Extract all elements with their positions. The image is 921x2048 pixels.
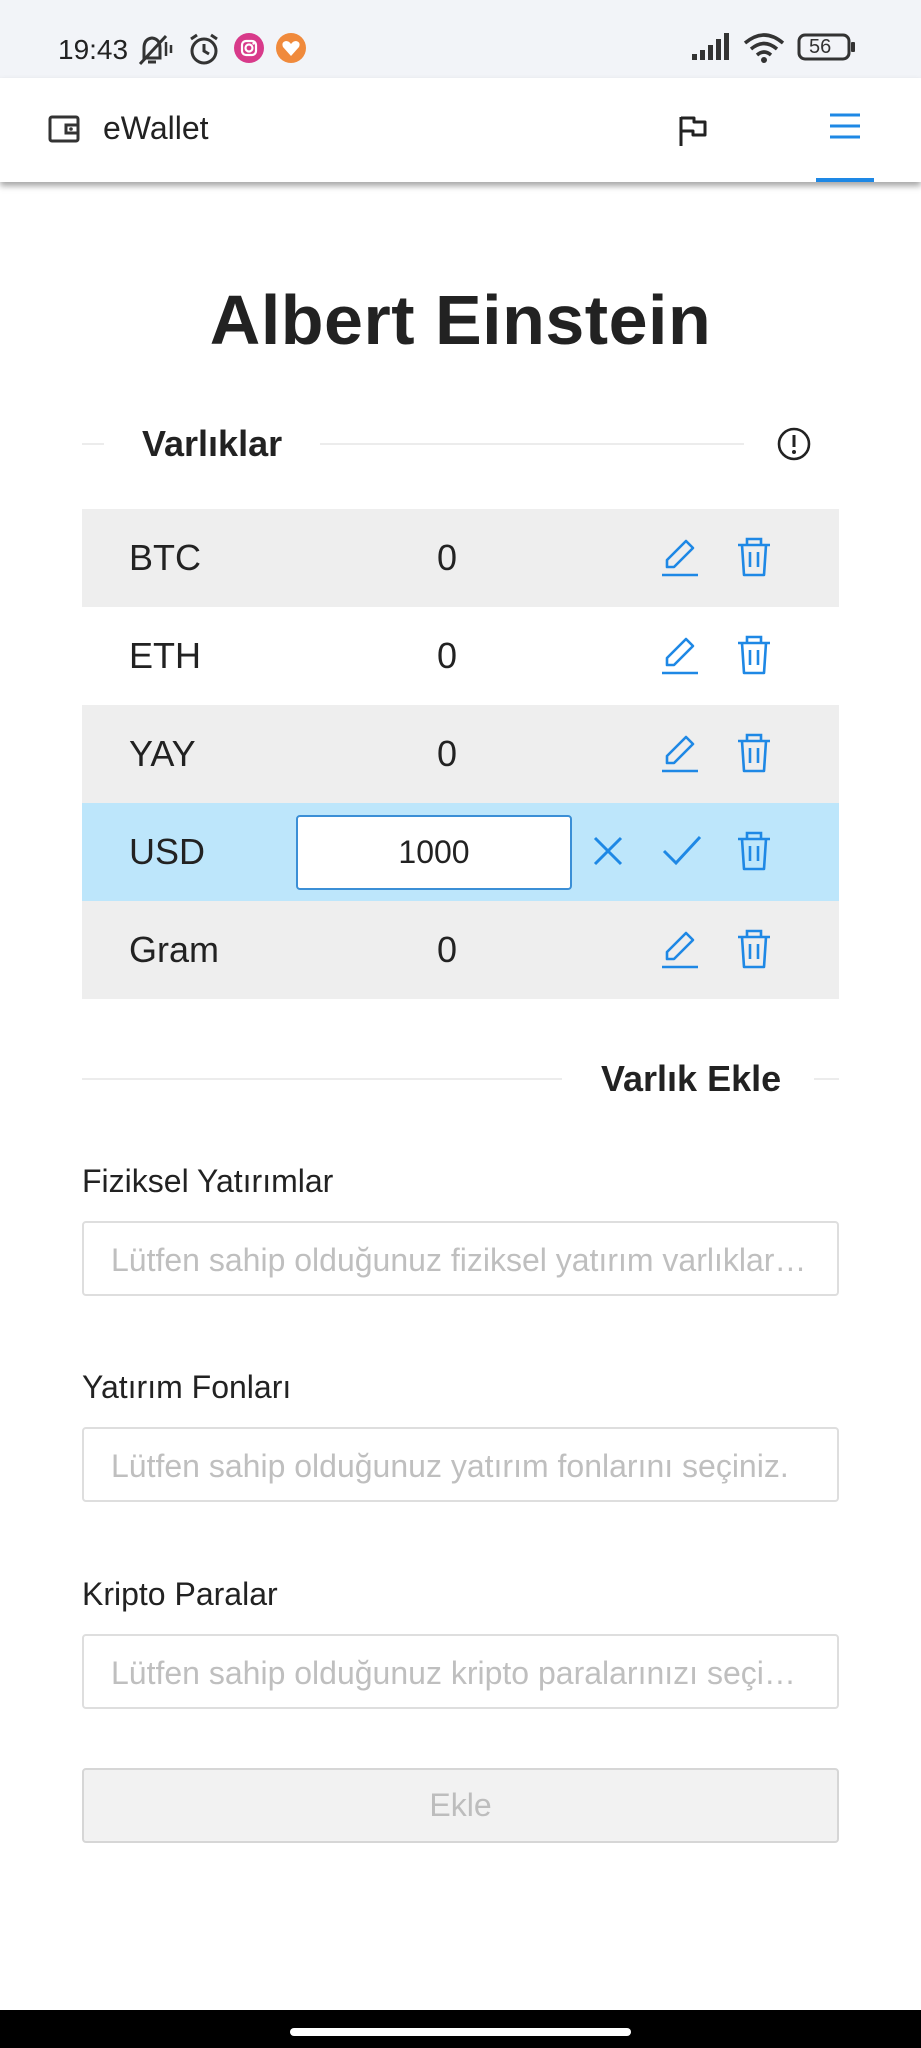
table-row: BTC 0 [82, 509, 839, 607]
battery-icon: 56 [797, 32, 857, 67]
delete-icon[interactable] [732, 535, 776, 579]
physical-investments-label: Fiziksel Yatırımlar [82, 1163, 334, 1199]
page-title: Albert Einstein [209, 281, 712, 359]
alarm-icon [187, 32, 221, 71]
cancel-edit-icon[interactable] [586, 829, 630, 873]
delete-icon[interactable] [732, 829, 776, 873]
asset-value: 0 [436, 537, 458, 578]
asset-value: 0 [436, 635, 458, 676]
assets-heading-label: Varlıklar [142, 423, 283, 464]
investment-funds-select[interactable]: Lütfen sahip olduğunuz yatırım fonlarını… [82, 1427, 839, 1502]
delete-icon[interactable] [732, 927, 776, 971]
investment-funds-placeholder: Lütfen sahip olduğunuz yatırım fonlarını… [111, 1448, 789, 1484]
signal-icon [690, 32, 734, 67]
edit-icon[interactable] [658, 927, 702, 971]
language-button[interactable] [670, 108, 716, 154]
app-bar: eWallet [0, 78, 921, 182]
crypto-placeholder: Lütfen sahip olduğunuz kripto paralarını… [111, 1655, 811, 1691]
assets-table: BTC 0 ETH 0 YAY 0 USD 1000 Gram 0 [82, 509, 839, 999]
info-icon[interactable] [776, 426, 812, 467]
app-notification-icon [275, 32, 307, 69]
edit-icon[interactable] [658, 633, 702, 677]
add-button[interactable]: Ekle [82, 1768, 839, 1843]
delete-icon[interactable] [732, 731, 776, 775]
edit-icon[interactable] [658, 731, 702, 775]
crypto-select[interactable]: Lütfen sahip olduğunuz kripto paralarını… [82, 1634, 839, 1709]
home-indicator[interactable] [290, 2028, 631, 2036]
system-nav-bar [0, 2010, 921, 2048]
table-row-editing: USD [82, 803, 839, 901]
wallet-icon [48, 114, 80, 149]
table-row: YAY 0 [82, 705, 839, 803]
asset-name: BTC [129, 537, 201, 578]
status-time: 19:43 [58, 34, 129, 65]
investment-funds-label: Yatırım Fonları [82, 1369, 292, 1405]
mute-icon [136, 32, 176, 73]
asset-value: 0 [436, 733, 458, 774]
asset-name: USD [129, 831, 206, 872]
asset-value: 0 [436, 929, 458, 970]
table-row: Gram 0 [82, 901, 839, 999]
wifi-icon [743, 32, 785, 69]
instagram-icon [233, 32, 265, 69]
battery-level: 56 [809, 36, 832, 58]
add-asset-heading-label: Varlık Ekle [601, 1058, 782, 1099]
app-title: eWallet [103, 110, 209, 146]
asset-name: Gram [129, 929, 219, 970]
asset-value-input[interactable] [296, 815, 572, 890]
status-bar: 19:43 56 [0, 0, 921, 78]
menu-button[interactable] [816, 78, 874, 182]
crypto-label: Kripto Paralar [82, 1576, 278, 1612]
asset-name: ETH [129, 635, 201, 676]
assets-heading: Varlıklar [82, 423, 839, 464]
confirm-edit-icon[interactable] [660, 829, 704, 873]
edit-icon[interactable] [658, 535, 702, 579]
physical-investments-placeholder: Lütfen sahip olduğunuz fiziksel yatırım … [111, 1242, 811, 1278]
table-row: ETH 0 [82, 607, 839, 705]
delete-icon[interactable] [732, 633, 776, 677]
add-asset-heading: Varlık Ekle [82, 1058, 839, 1099]
asset-name: YAY [129, 733, 196, 774]
physical-investments-select[interactable]: Lütfen sahip olduğunuz fiziksel yatırım … [82, 1221, 839, 1296]
